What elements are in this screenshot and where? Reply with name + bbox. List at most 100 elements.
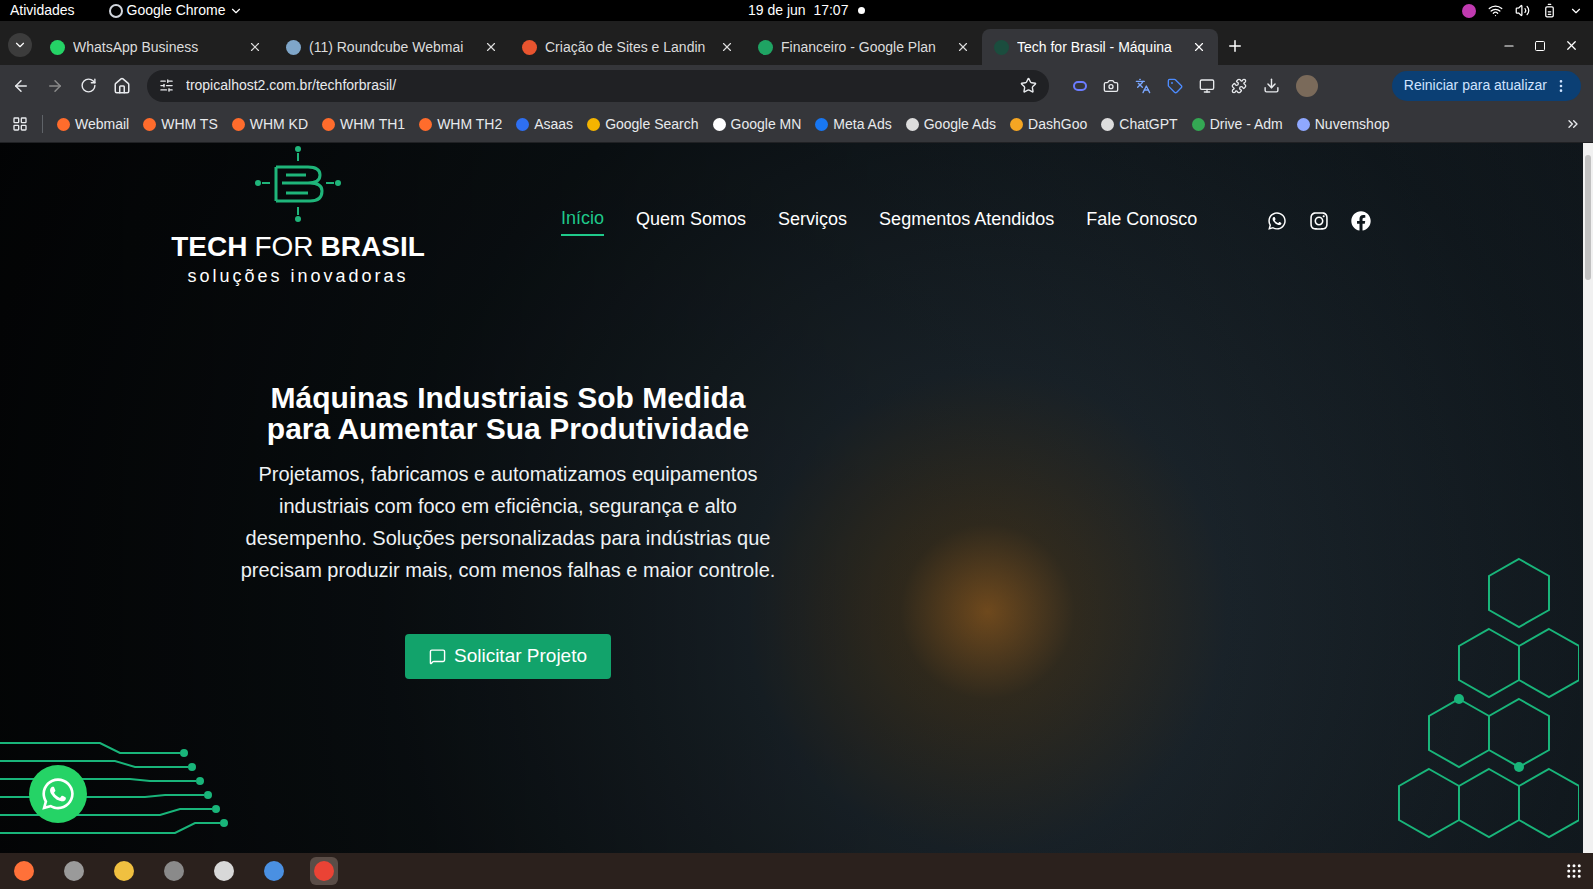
- hero-section: TECHFORBRASILsoluções inovadoras Início Qu…: [0, 143, 1593, 853]
- close-tab-icon[interactable]: [1192, 40, 1206, 54]
- forward-icon[interactable]: [46, 77, 64, 95]
- logo-tagline: soluções inovadoras: [187, 263, 408, 290]
- main-nav: Início Quem Somos Serviços Segmentos Atendi…: [561, 205, 1371, 236]
- new-tab-icon[interactable]: [1226, 37, 1244, 55]
- bookmark[interactable]: ChatGPT: [1101, 114, 1177, 135]
- app-icon: [14, 861, 34, 881]
- browser-tab[interactable]: Tech for Brasil - Máquina: [982, 29, 1218, 65]
- favicon-icon: [143, 118, 156, 131]
- dock-app[interactable]: [210, 857, 238, 885]
- nav-link[interactable]: Fale Conosco: [1086, 206, 1197, 235]
- whatsapp-icon[interactable]: [1267, 211, 1287, 231]
- activities-button[interactable]: Atividades: [10, 0, 75, 21]
- favicon-icon: [994, 40, 1009, 55]
- battery-icon: [1542, 3, 1557, 18]
- bookmark[interactable]: WHM TH2: [419, 114, 502, 135]
- system-menu-icon: [1569, 4, 1583, 18]
- dock-app[interactable]: [60, 857, 88, 885]
- bookmark[interactable]: Google MN: [713, 114, 802, 135]
- browser-tab[interactable]: Financeiro - Google Plan: [746, 29, 982, 65]
- favicon-icon: [1192, 118, 1205, 131]
- close-window-icon[interactable]: [1564, 38, 1579, 53]
- bookmark[interactable]: Google Search: [587, 114, 698, 135]
- favicon-icon: [1101, 118, 1114, 131]
- favicon-icon: [50, 40, 65, 55]
- apps-icon[interactable]: [12, 116, 28, 132]
- site-header: TECHFORBRASILsoluções inovadoras Início Qu…: [0, 143, 1581, 290]
- favicon-icon: [57, 118, 70, 131]
- screen-icon[interactable]: [1199, 78, 1215, 94]
- hero-description: Projetamos, fabricamos e automatizamos e…: [227, 458, 789, 586]
- bookmark[interactable]: Meta Ads: [815, 114, 891, 135]
- site-logo[interactable]: TECHFORBRASILsoluções inovadoras: [177, 145, 419, 290]
- bookmark[interactable]: WHM TS: [143, 114, 218, 135]
- close-tab-icon[interactable]: [484, 40, 498, 54]
- nav-link[interactable]: Serviços: [778, 206, 847, 235]
- dock-app[interactable]: [160, 857, 188, 885]
- camera-icon[interactable]: [1103, 78, 1119, 94]
- browser-tab[interactable]: WhatsApp Business: [38, 29, 274, 65]
- favicon-icon: [232, 118, 245, 131]
- clock[interactable]: 19 de jun 17:07: [748, 0, 865, 21]
- hexagon-pattern-icon: [1289, 553, 1579, 853]
- browser-tab[interactable]: Criação de Sites e Landin: [510, 29, 746, 65]
- menu-icon: [1553, 78, 1569, 94]
- bookmark[interactable]: Webmail: [57, 114, 129, 135]
- bookmark[interactable]: Google Ads: [906, 114, 996, 135]
- dock-app[interactable]: [260, 857, 288, 885]
- logo-text: TECHFORBRASIL: [171, 231, 425, 263]
- bookmarks-bar: Webmail WHM TS WHM KD WHM TH1 WHM TH2 Asaas Go…: [0, 106, 1593, 143]
- close-tab-icon[interactable]: [720, 40, 734, 54]
- scrollbar-thumb[interactable]: [1585, 155, 1591, 280]
- whatsapp-float-button[interactable]: [29, 765, 87, 823]
- dock-app[interactable]: [310, 857, 338, 885]
- dock-app[interactable]: [10, 857, 38, 885]
- nav-link[interactable]: Segmentos Atendidos: [879, 206, 1054, 235]
- close-tab-icon[interactable]: [248, 40, 262, 54]
- favicon-icon: [906, 118, 919, 131]
- dock: [0, 853, 1593, 889]
- address-bar[interactable]: tropicalhost2.com.br/techforbrasil/: [147, 70, 1049, 102]
- download-icon[interactable]: [1263, 77, 1280, 94]
- scrollbar[interactable]: [1583, 143, 1593, 853]
- reload-icon[interactable]: [80, 77, 97, 94]
- profile-avatar-icon[interactable]: [1296, 75, 1318, 97]
- more-bookmarks-icon[interactable]: [1565, 116, 1581, 132]
- show-apps-icon[interactable]: [1565, 862, 1583, 880]
- extension-icon[interactable]: [1073, 81, 1087, 91]
- browser-tab[interactable]: (11) Roundcube Webmai: [274, 29, 510, 65]
- minimize-icon[interactable]: [1502, 39, 1516, 53]
- nav-link[interactable]: Início: [561, 205, 604, 236]
- favicon-icon: [1010, 118, 1023, 131]
- extensions-icon[interactable]: [1231, 78, 1247, 94]
- social-links: [1267, 211, 1371, 231]
- site-info-icon[interactable]: [159, 78, 174, 93]
- home-icon[interactable]: [113, 77, 131, 95]
- tag-icon[interactable]: [1167, 78, 1183, 94]
- tab-search-button[interactable]: [8, 33, 32, 57]
- back-icon[interactable]: [12, 77, 30, 95]
- bookmark[interactable]: WHM TH1: [322, 114, 405, 135]
- close-tab-icon[interactable]: [956, 40, 970, 54]
- update-button[interactable]: Reiniciar para atualizar: [1392, 71, 1581, 101]
- favicon-icon: [758, 40, 773, 55]
- dock-app[interactable]: [110, 857, 138, 885]
- instagram-icon[interactable]: [1309, 211, 1329, 231]
- app-menu[interactable]: Google Chrome: [109, 0, 244, 21]
- logo-mark-icon: [252, 145, 344, 225]
- nav-link[interactable]: Quem Somos: [636, 206, 746, 235]
- maximize-icon[interactable]: [1534, 40, 1546, 52]
- cta-button[interactable]: Solicitar Projeto: [405, 634, 611, 679]
- bookmark[interactable]: Nuvemshop: [1297, 114, 1390, 135]
- status-indicators[interactable]: [1462, 3, 1583, 18]
- bookmark[interactable]: WHM KD: [232, 114, 308, 135]
- bookmark-star-icon[interactable]: [1020, 77, 1037, 94]
- facebook-icon[interactable]: [1351, 211, 1371, 231]
- favicon-icon: [419, 118, 432, 131]
- bookmark[interactable]: Drive - Adm: [1192, 114, 1283, 135]
- bookmark[interactable]: DashGoo: [1010, 114, 1087, 135]
- bookmark[interactable]: Asaas: [516, 114, 573, 135]
- translate-icon[interactable]: [1135, 78, 1151, 94]
- favicon-icon: [1297, 118, 1310, 131]
- toolbar: tropicalhost2.com.br/techforbrasil/Reini…: [0, 65, 1593, 106]
